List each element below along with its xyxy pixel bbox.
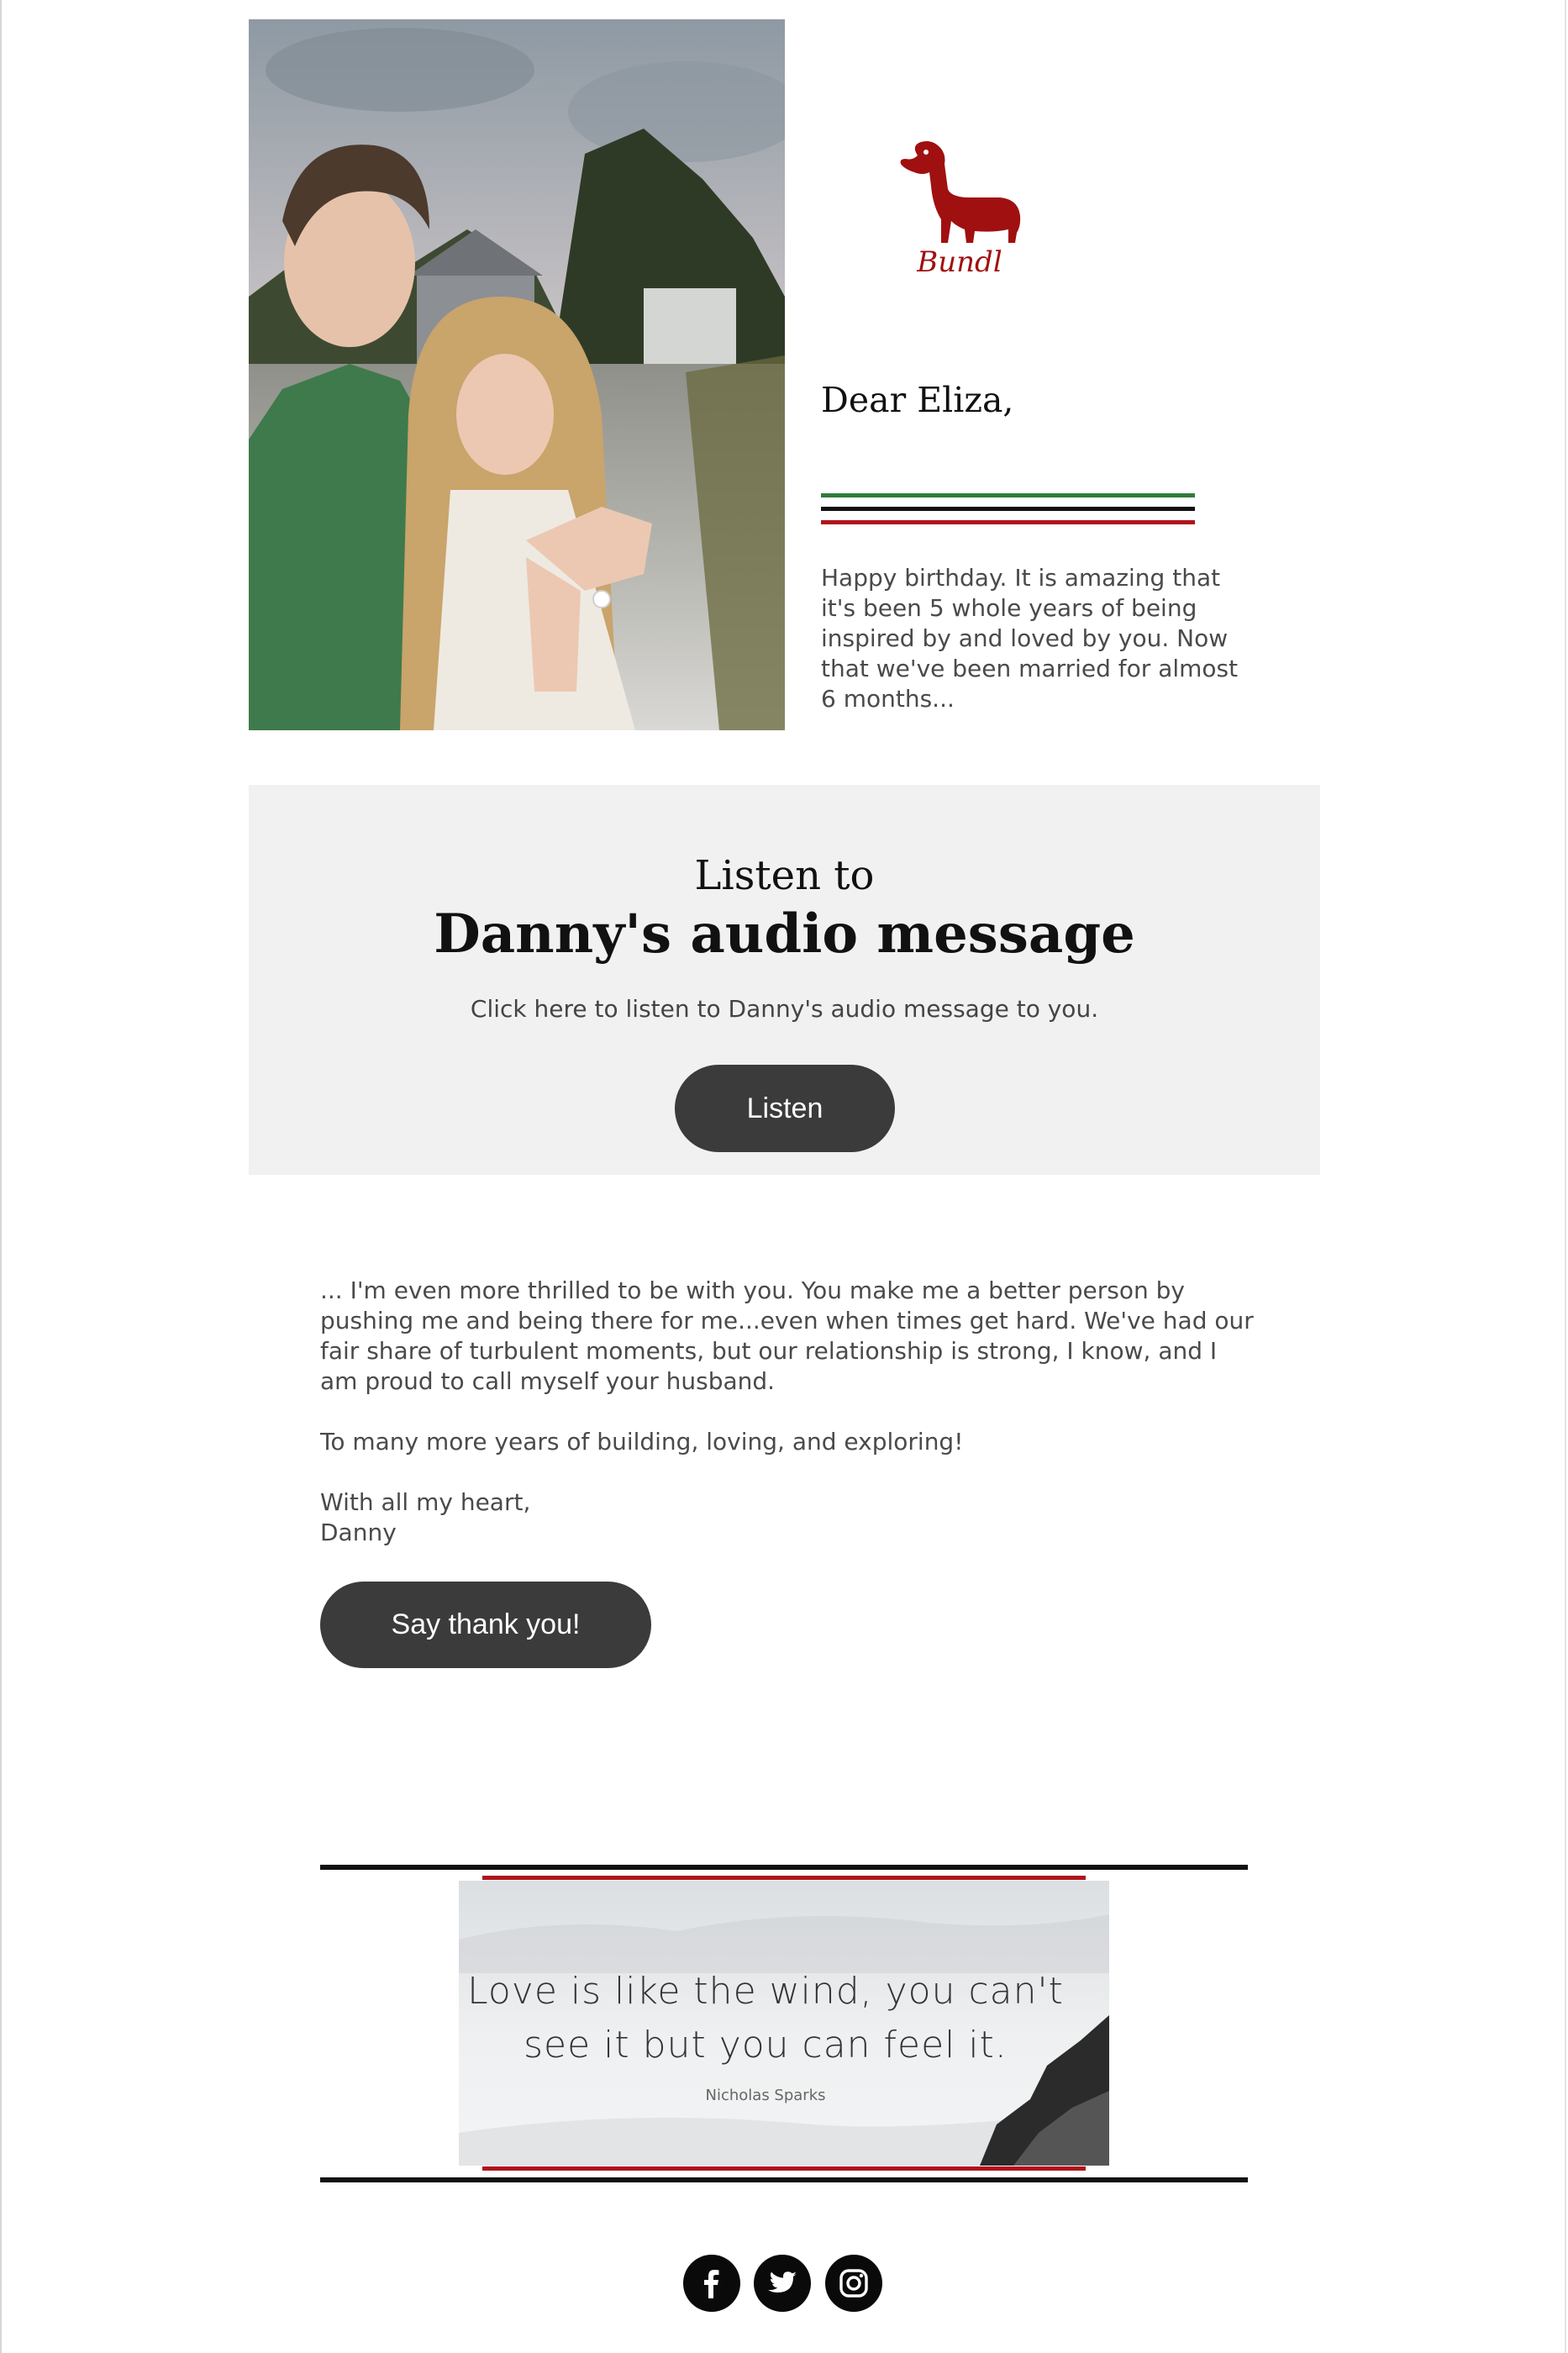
- twitter-link[interactable]: [754, 2255, 811, 2312]
- listen-button[interactable]: Listen: [675, 1065, 895, 1152]
- audio-message-panel: Listen to Danny's audio message Click he…: [249, 785, 1320, 1175]
- letter-body: ... I'm even more thrilled to be with yo…: [320, 1276, 1261, 1548]
- intro-text: Happy birthday. It is amazing that it's …: [821, 564, 1239, 713]
- facebook-link[interactable]: [683, 2255, 740, 2312]
- letter-paragraph: ... I'm even more thrilled to be with yo…: [320, 1277, 1254, 1395]
- facebook-icon: [704, 2270, 719, 2298]
- letter-paragraph: To many more years of building, loving, …: [320, 1428, 964, 1455]
- audio-title: Danny's audio message: [434, 903, 1135, 966]
- quote-rule-bottom: [320, 2177, 1248, 2182]
- divider-stripe-red: [821, 520, 1195, 524]
- bundl-logo[interactable]: Bundl: [892, 139, 1027, 286]
- twitter-icon: [768, 2271, 797, 2292]
- letter-signature: Danny: [320, 1519, 397, 1546]
- quote-rule-red-top: [482, 1876, 1086, 1880]
- greeting-heading: Dear Eliza,: [821, 380, 1014, 420]
- page-edge-right: [1565, 0, 1566, 2353]
- quote-rule-red-bottom: [482, 2166, 1086, 2171]
- instagram-icon: [839, 2269, 868, 2298]
- quote-text: Love is like the wind, you can't see it …: [459, 1965, 1072, 2072]
- instagram-link[interactable]: [825, 2255, 882, 2312]
- letter-closing: With all my heart,: [320, 1488, 531, 1516]
- hero-photo: [249, 19, 785, 730]
- quote-author: Nicholas Sparks: [705, 2087, 826, 2104]
- quote-line: Love is like the wind, you can't: [467, 1970, 1064, 2013]
- quote-rule-top: [320, 1865, 1248, 1870]
- divider-stripe-black: [821, 507, 1195, 511]
- page-edge-left: [0, 0, 2, 2353]
- divider-stripe-green: [821, 493, 1195, 497]
- logo-text: Bundl: [917, 245, 1002, 279]
- quote-line: see it but you can feel it.: [524, 2024, 1008, 2066]
- audio-description: Click here to listen to Danny's audio me…: [470, 995, 1099, 1023]
- quote-card: Love is like the wind, you can't see it …: [459, 1881, 1109, 2166]
- dachshund-icon: [900, 141, 1021, 243]
- audio-kicker: Listen to: [694, 852, 875, 899]
- say-thank-you-button[interactable]: Say thank you!: [320, 1582, 651, 1668]
